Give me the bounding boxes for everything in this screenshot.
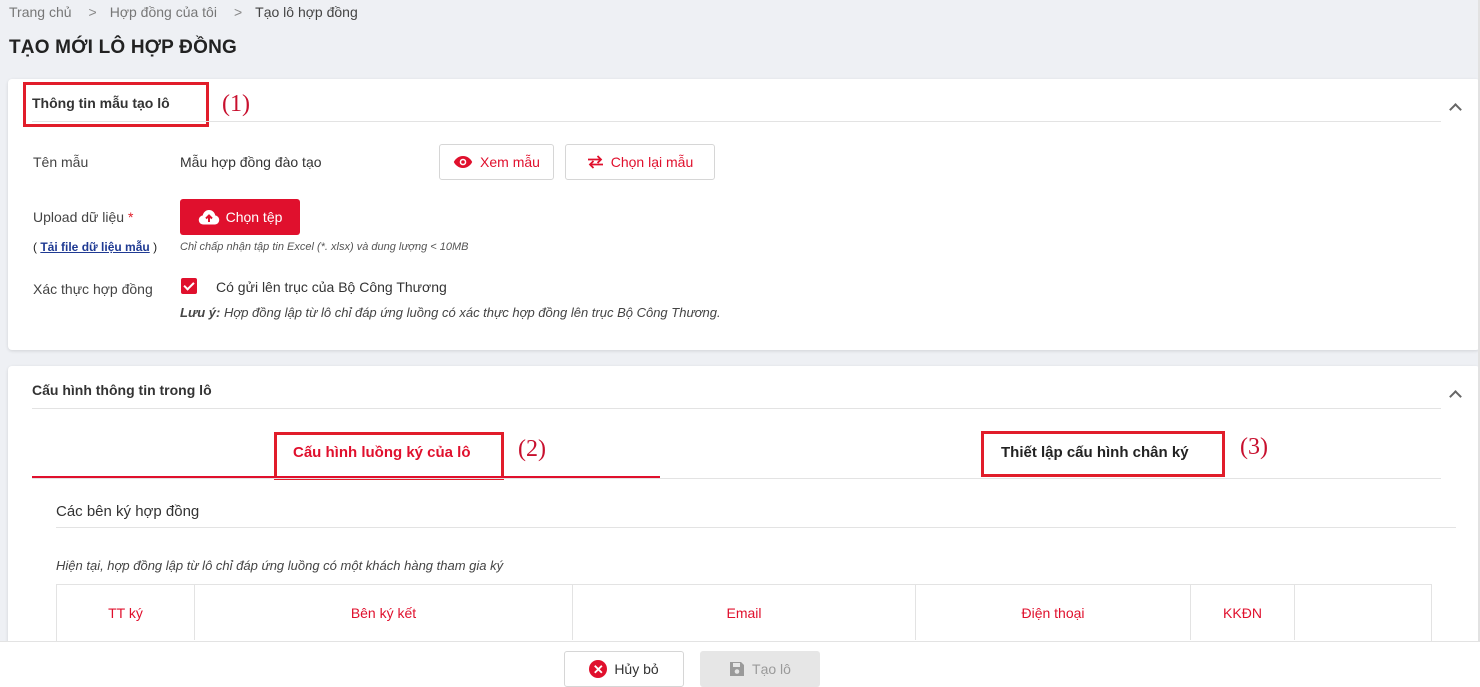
breadcrumb-separator: >: [233, 4, 243, 20]
parties-title: Các bên ký hợp đồng: [56, 503, 200, 520]
eye-icon: [453, 156, 473, 168]
batch-config-card: Cấu hình thông tin trong lô Cấu hình luồ…: [8, 366, 1480, 656]
table-header-email: Email: [573, 585, 916, 640]
footer-actions: ✕ Hủy bỏ Tạo lô: [0, 641, 1480, 687]
required-mark: *: [128, 209, 134, 225]
section-title-batch-config: Cấu hình thông tin trong lô: [32, 382, 212, 398]
annotation-box-3: [981, 431, 1225, 477]
verify-checkbox[interactable]: [181, 278, 197, 294]
download-sample-prefix: (: [33, 240, 37, 254]
choose-file-label: Chọn tệp: [225, 209, 283, 225]
note-prefix: Lưu ý:: [180, 305, 221, 320]
cloud-upload-icon: [198, 210, 219, 225]
verify-checkbox-label: Có gửi lên trục của Bộ Công Thương: [216, 279, 447, 295]
cancel-button[interactable]: ✕ Hủy bỏ: [564, 651, 684, 687]
parties-note: Hiện tại, hợp đồng lập từ lô chỉ đáp ứng…: [56, 558, 504, 573]
table-header-actions: [1295, 585, 1431, 640]
rechoose-template-label: Chọn lại mẫu: [610, 154, 694, 170]
download-sample-suffix: ): [153, 240, 158, 254]
page-title: TẠO MỚI LÔ HỢP ĐỒNG: [9, 37, 237, 58]
divider: [32, 121, 1441, 122]
annotation-marker-1: (1): [222, 91, 250, 117]
breadcrumb-contracts[interactable]: Hợp đồng của tôi: [110, 4, 217, 20]
table-header-order: TT ký: [57, 585, 195, 640]
upload-data-label-text: Upload dữ liệu: [33, 209, 125, 225]
collapse-chevron-icon[interactable]: [1449, 103, 1462, 116]
create-batch-button[interactable]: Tạo lô: [700, 651, 820, 687]
close-circle-icon: ✕: [589, 660, 608, 678]
table-header-party: Bên ký kết: [195, 585, 573, 640]
tabs-divider: [32, 478, 1441, 479]
collapse-chevron-icon[interactable]: [1449, 390, 1462, 403]
annotation-box-2: [274, 432, 504, 480]
table-header-kkdn: KKĐN: [1191, 585, 1295, 640]
active-tab-indicator: [32, 476, 660, 478]
view-template-button[interactable]: Xem mẫu: [439, 144, 554, 180]
download-sample-wrap: ( Tải file dữ liệu mẫu ): [33, 240, 157, 254]
create-batch-label: Tạo lô: [752, 661, 791, 677]
annotation-marker-3: (3): [1240, 434, 1268, 460]
annotation-marker-2: (2): [518, 436, 546, 462]
upload-data-label: Upload dữ liệu *: [33, 209, 133, 225]
template-name-value: Mẫu hợp đồng đào tạo: [180, 154, 322, 170]
breadcrumb: Trang chủ > Hợp đồng của tôi > Tạo lô hợ…: [9, 4, 358, 20]
note-text: Hợp đồng lập từ lô chỉ đáp ứng luồng có …: [220, 305, 721, 320]
parties-divider: [56, 527, 1456, 528]
swap-arrows-icon: [587, 155, 603, 169]
cancel-label: Hủy bỏ: [614, 661, 659, 677]
download-sample-link[interactable]: Tải file dữ liệu mẫu: [40, 240, 149, 254]
breadcrumb-home[interactable]: Trang chủ: [9, 4, 72, 20]
choose-file-button[interactable]: Chọn tệp: [180, 199, 300, 235]
divider: [32, 408, 1441, 409]
template-name-label: Tên mẫu: [33, 154, 89, 170]
breadcrumb-separator: >: [88, 4, 97, 20]
save-icon: [730, 662, 745, 676]
rechoose-template-button[interactable]: Chọn lại mẫu: [565, 144, 715, 180]
breadcrumb-current: Tạo lô hợp đồng: [255, 4, 358, 20]
upload-hint: Chỉ chấp nhận tập tin Excel (*. xlsx) và…: [180, 241, 469, 253]
verify-note: Lưu ý: Hợp đồng lập từ lô chỉ đáp ứng lu…: [180, 305, 721, 320]
verify-contract-label: Xác thực hợp đồng: [33, 281, 153, 297]
table-header-phone: Điện thoại: [916, 585, 1191, 640]
template-info-card: Thông tin mẫu tạo lô (1) Tên mẫu Mẫu hợp…: [8, 79, 1480, 350]
view-template-label: Xem mẫu: [480, 154, 540, 170]
